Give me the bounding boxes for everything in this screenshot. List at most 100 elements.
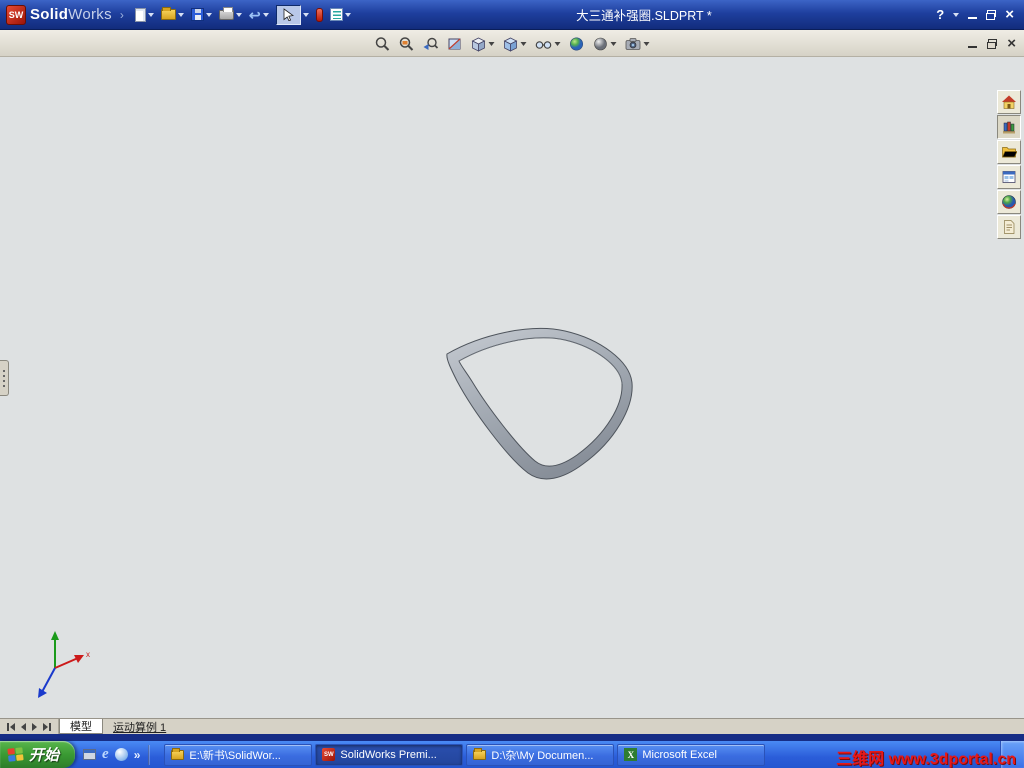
- featuremanager-collapse-handle[interactable]: [0, 360, 9, 396]
- home-icon: [1002, 95, 1016, 109]
- tab-motion-study[interactable]: 运动算例 1: [103, 719, 176, 734]
- custom-properties-button[interactable]: [997, 215, 1021, 239]
- previous-view-button[interactable]: [423, 36, 439, 52]
- doc-close-button[interactable]: ×: [1007, 36, 1016, 51]
- hide-show-items-button[interactable]: [535, 36, 561, 52]
- grip-dots-icon: [3, 369, 5, 372]
- messenger-icon[interactable]: [114, 748, 128, 761]
- part-model[interactable]: [425, 321, 645, 493]
- brand: SW SolidWorks ›: [6, 4, 128, 25]
- shaded-cube-icon: [503, 37, 518, 52]
- document-window-controls: ×: [968, 30, 1016, 57]
- help-button[interactable]: ?: [936, 7, 944, 22]
- camera-icon: [625, 37, 641, 50]
- taskbar-button-explorer-2[interactable]: D:\杂\My Documen...: [466, 743, 615, 766]
- save-button[interactable]: [190, 6, 213, 23]
- chevron-down-icon[interactable]: [488, 41, 495, 46]
- taskbar-button-explorer-1[interactable]: E:\新书\SolidWor...: [164, 743, 313, 766]
- chevron-down-icon[interactable]: [302, 12, 309, 17]
- titlebar: SW SolidWorks › ↩ 大三通补强圈.SLDPRT * ? ×: [0, 0, 1024, 30]
- windows-flag-icon: [7, 747, 24, 762]
- taskbar-button-excel[interactable]: X Microsoft Excel: [617, 743, 766, 766]
- main-toolbar: ↩: [134, 3, 352, 27]
- watermark-text: 三维网 www.3dportal.cn: [836, 751, 1016, 768]
- help-chevron-icon[interactable]: [953, 12, 960, 17]
- coordinate-triad: x: [38, 631, 90, 698]
- print-button[interactable]: [218, 6, 243, 22]
- chevron-down-icon[interactable]: [554, 41, 561, 46]
- zoom-to-fit-button[interactable]: [375, 36, 391, 52]
- quick-launch: e »: [75, 744, 160, 765]
- section-view-button[interactable]: [447, 36, 463, 52]
- tab-first-button[interactable]: [6, 722, 16, 731]
- cube-icon: [471, 37, 486, 52]
- chevron-down-icon[interactable]: [643, 41, 650, 46]
- save-floppy-icon: [190, 8, 204, 21]
- apply-scene-button[interactable]: [593, 36, 617, 52]
- graphics-viewport[interactable]: x: [0, 58, 1024, 718]
- excel-icon: X: [624, 748, 638, 761]
- open-button[interactable]: [160, 7, 185, 22]
- select-tool-button[interactable]: [275, 3, 310, 27]
- options-list-button[interactable]: [329, 6, 352, 23]
- display-style-button[interactable]: [503, 36, 527, 52]
- palette-window-icon: [1002, 171, 1016, 183]
- undo-button[interactable]: ↩: [248, 6, 270, 24]
- internet-explorer-icon[interactable]: e: [102, 747, 109, 762]
- tab-next-button[interactable]: [31, 722, 38, 731]
- cursor-arrow-icon: [283, 8, 294, 21]
- new-document-icon: [134, 7, 146, 22]
- tab-previous-button[interactable]: [20, 722, 27, 731]
- tab-model[interactable]: 模型: [59, 719, 103, 734]
- chevron-down-icon[interactable]: [262, 12, 269, 17]
- show-desktop-icon[interactable]: [83, 749, 97, 760]
- brand-text: SolidWorks: [30, 6, 112, 23]
- bottom-tab-bar: 模型 运动算例 1: [0, 718, 1024, 734]
- doc-minimize-button[interactable]: [968, 39, 978, 48]
- close-button[interactable]: ×: [1005, 7, 1014, 22]
- glasses-icon: [535, 40, 552, 49]
- chevron-down-icon[interactable]: [520, 41, 527, 46]
- solidworks-resources-button[interactable]: [997, 90, 1021, 114]
- chevron-down-icon[interactable]: [177, 12, 184, 17]
- chevron-down-icon[interactable]: [344, 12, 351, 17]
- chevron-down-icon[interactable]: [610, 41, 617, 46]
- solidworks-logo-icon: SW: [6, 4, 26, 25]
- view-settings-button[interactable]: [625, 36, 650, 52]
- quick-launch-more-icon[interactable]: »: [134, 748, 141, 762]
- list-icon: [329, 8, 343, 21]
- tab-last-button[interactable]: [42, 722, 52, 731]
- view-orientation-button[interactable]: [471, 36, 495, 52]
- view-palette-button[interactable]: [997, 165, 1021, 189]
- tab-navigation: [0, 719, 59, 734]
- taskbar-divider: [148, 744, 151, 765]
- folder-icon: [473, 747, 487, 760]
- taskbar-button-solidworks[interactable]: SW SolidWorks Premi...: [315, 743, 464, 766]
- appearance-sphere-icon: [570, 37, 583, 50]
- selection-filter-button[interactable]: [315, 6, 324, 24]
- chevron-down-icon[interactable]: [205, 12, 212, 17]
- minimize-button[interactable]: [968, 10, 978, 19]
- start-button[interactable]: 开始: [0, 741, 76, 768]
- design-library-button[interactable]: [997, 115, 1021, 139]
- undo-icon: ↩: [248, 6, 261, 23]
- chevron-down-icon[interactable]: [147, 12, 154, 17]
- x-axis-label: x: [86, 650, 90, 659]
- magnifier-icon: [375, 36, 390, 51]
- document-title: 大三通补强圈.SLDPRT *: [576, 9, 712, 23]
- file-explorer-button[interactable]: [997, 140, 1021, 164]
- view-toolbar-row: ×: [0, 30, 1024, 57]
- edit-appearance-button[interactable]: [569, 36, 585, 52]
- zoom-to-area-button[interactable]: [399, 36, 415, 52]
- menu-expand-icon[interactable]: ›: [120, 8, 124, 22]
- library-books-icon: [1003, 121, 1015, 134]
- chevron-down-icon[interactable]: [235, 12, 242, 17]
- appearances-sphere-icon: [1002, 195, 1016, 209]
- new-document-button[interactable]: [134, 6, 155, 24]
- appearances-button[interactable]: [997, 190, 1021, 214]
- doc-restore-button[interactable]: [987, 38, 998, 49]
- restore-button[interactable]: [986, 9, 997, 20]
- print-icon: [218, 6, 234, 20]
- view-toolbar: [375, 30, 650, 57]
- previous-view-icon: [423, 37, 439, 50]
